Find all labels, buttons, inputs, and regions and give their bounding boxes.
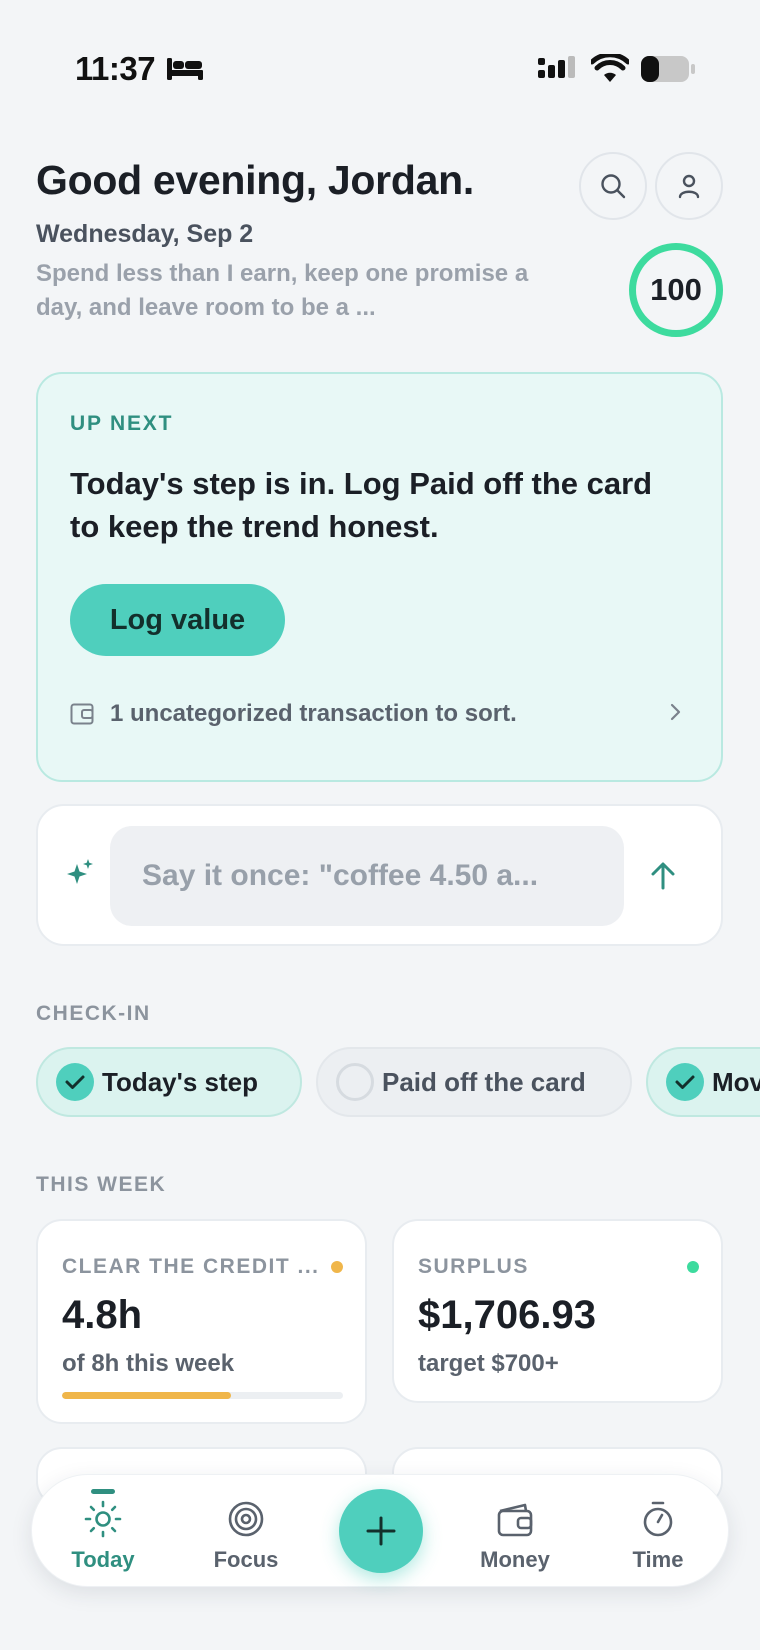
goal-card-value: $1,706.93 (418, 1293, 596, 1337)
sparkle-icon (67, 859, 93, 884)
uncategorized-transactions-row[interactable]: 1 uncategorized transaction to sort. (70, 694, 690, 734)
current-date: Wednesday, Sep 2 (36, 220, 254, 248)
tab-label: Today (71, 1547, 135, 1572)
sun-icon (83, 1499, 123, 1539)
tab-money[interactable]: Money (460, 1475, 570, 1588)
up-next-headline: Today's step is in. Log Paid off the car… (70, 466, 653, 544)
stopwatch-icon (638, 1499, 678, 1539)
plus-icon (366, 1516, 396, 1546)
tab-today[interactable]: Today (48, 1475, 158, 1588)
add-button[interactable] (339, 1489, 423, 1573)
log-value-button[interactable]: Log value (70, 584, 285, 656)
up-next-card: UP NEXT Today's step is in. Log Paid off… (36, 372, 723, 782)
user-icon (678, 174, 700, 199)
search-button[interactable] (579, 152, 647, 220)
checkin-section-label: CHECK-IN (36, 1002, 151, 1025)
status-dot (331, 1261, 343, 1273)
goal-card-label: CLEAR THE CREDIT ... (62, 1255, 320, 1278)
send-button[interactable] (638, 851, 688, 901)
wifi-icon (589, 52, 631, 89)
goal-card-surplus[interactable]: SURPLUS $1,706.93 target $700+ (392, 1219, 723, 1403)
status-time: 11:37 (75, 50, 156, 87)
target-icon (226, 1499, 266, 1539)
cellular-signal-icon (538, 56, 582, 87)
wallet-icon (495, 1499, 535, 1539)
search-icon (601, 174, 626, 199)
tab-focus[interactable]: Focus (191, 1475, 301, 1588)
goal-card-value: 4.8h (62, 1293, 143, 1337)
transaction-notice: 1 uncategorized transaction to sort. (110, 700, 517, 727)
checkin-chip-paid-off-card[interactable]: Paid off the card (316, 1047, 632, 1117)
empty-circle-icon (336, 1063, 374, 1101)
status-dot (687, 1261, 699, 1273)
checkin-chip-todays-step[interactable]: Today's step (36, 1047, 302, 1117)
goal-card-credit[interactable]: CLEAR THE CREDIT ... 4.8h of 8h this wee… (36, 1219, 367, 1424)
checkmark-icon (666, 1063, 704, 1101)
goal-card-subtitle: of 8h this week (62, 1350, 235, 1377)
goal-progress-bar (62, 1392, 343, 1399)
up-next-label: UP NEXT (70, 412, 174, 435)
greeting-title: Good evening, Jordan. (36, 157, 474, 203)
sleep-mode-icon (166, 56, 204, 87)
score-value: 100 (650, 272, 702, 307)
this-week-section-label: THIS WEEK (36, 1173, 167, 1196)
quick-capture-card (36, 804, 723, 946)
tab-time[interactable]: Time (603, 1475, 713, 1588)
profile-button[interactable] (655, 152, 723, 220)
chip-label: Paid off the card (382, 1066, 586, 1097)
goal-progress-fill (62, 1392, 231, 1399)
checkmark-icon (56, 1063, 94, 1101)
chip-label: Mov (712, 1066, 760, 1097)
active-tab-indicator (91, 1489, 115, 1494)
goal-card-subtitle: target $700+ (418, 1350, 559, 1377)
tab-label: Money (480, 1547, 550, 1572)
checkin-chip-move[interactable]: Mov (646, 1047, 760, 1117)
screen: 11:37 Good evening, Jordan. Wednesday, S… (0, 0, 760, 1650)
status-bar: 11:37 (0, 48, 760, 92)
arrow-up-icon (651, 862, 675, 890)
wallet-icon (70, 703, 94, 725)
tab-label: Time (632, 1547, 684, 1572)
bottom-tab-bar: Today Focus Money Time (31, 1474, 729, 1587)
tab-label: Focus (213, 1547, 279, 1572)
chip-label: Today's step (102, 1066, 258, 1097)
score-ring[interactable]: 100 (629, 243, 723, 337)
battery-icon (640, 54, 696, 89)
mission-statement[interactable]: Spend less than I earn, keep one promise… (36, 257, 556, 325)
quick-capture-input[interactable] (110, 826, 624, 926)
chevron-right-icon (670, 703, 681, 721)
goal-card-label: SURPLUS (418, 1255, 529, 1278)
